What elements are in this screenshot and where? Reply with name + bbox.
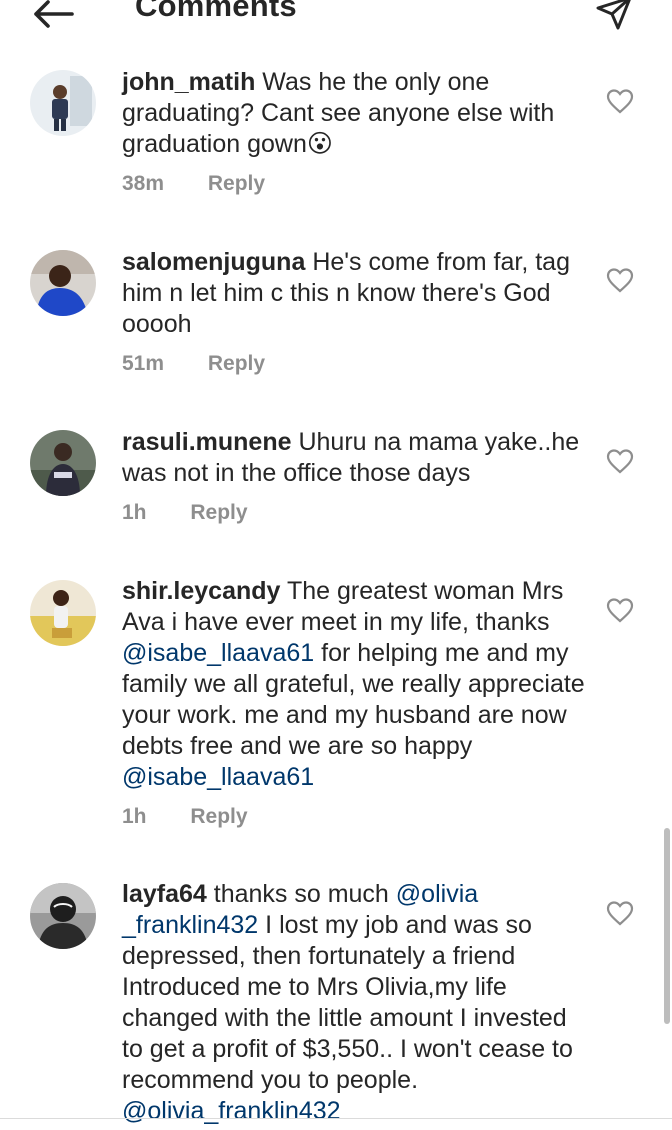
heart-icon[interactable] bbox=[606, 267, 634, 293]
comment-body: rasuli.munene Uhuru na mama yake..he was… bbox=[122, 427, 592, 489]
comment-body: salomenjuguna He's come from far, tag hi… bbox=[122, 247, 592, 340]
comment-body: john_matih Was he the only one graduatin… bbox=[122, 67, 592, 160]
heart-icon[interactable] bbox=[606, 448, 634, 474]
avatar[interactable] bbox=[30, 580, 96, 646]
comment-body: shir.leycandy The greatest woman Mrs Ava… bbox=[122, 576, 592, 793]
comment-text: thanks so much bbox=[213, 880, 389, 908]
divider bbox=[0, 1118, 672, 1119]
comment-meta: 38m Reply bbox=[122, 172, 265, 196]
mention-link[interactable]: @isabe_llaava61 bbox=[122, 639, 314, 667]
comment-username[interactable]: salomenjuguna bbox=[122, 248, 305, 276]
avatar[interactable] bbox=[30, 883, 96, 949]
avatar[interactable] bbox=[30, 250, 96, 316]
reply-button[interactable]: Reply bbox=[190, 501, 247, 524]
comment-meta: 1h Reply bbox=[122, 501, 248, 525]
header-bar: Comments bbox=[0, 0, 672, 40]
comment-meta: 1h Reply bbox=[122, 805, 248, 829]
avatar[interactable] bbox=[30, 430, 96, 496]
comment-time: 38m bbox=[122, 172, 165, 195]
heart-icon[interactable] bbox=[606, 88, 634, 114]
surprised-emoji: 😮 bbox=[306, 130, 333, 158]
share-button[interactable] bbox=[592, 0, 636, 34]
heart-icon[interactable] bbox=[606, 597, 634, 623]
scrollbar[interactable] bbox=[664, 828, 670, 1024]
comment-username[interactable]: john_matih bbox=[122, 68, 255, 96]
page-title: Comments bbox=[135, 0, 297, 23]
comment-username[interactable]: layfa64 bbox=[122, 880, 207, 908]
reply-button[interactable]: Reply bbox=[208, 352, 265, 375]
comment-body: layfa64 thanks so much @olivia _franklin… bbox=[122, 879, 574, 1127]
comment-username[interactable]: rasuli.munene bbox=[122, 428, 292, 456]
comment-username[interactable]: shir.leycandy bbox=[122, 577, 280, 605]
comment-time: 1h bbox=[122, 805, 147, 828]
reply-button[interactable]: Reply bbox=[190, 805, 247, 828]
comment-time: 51m bbox=[122, 352, 165, 375]
comment-meta: 51m Reply bbox=[122, 352, 265, 376]
send-icon bbox=[596, 0, 631, 30]
heart-icon[interactable] bbox=[606, 900, 634, 926]
mention-link[interactable]: @isabe_llaava61 bbox=[122, 763, 314, 791]
mention-link[interactable]: @olivia_franklin432 bbox=[122, 1097, 341, 1125]
reply-button[interactable]: Reply bbox=[208, 172, 265, 195]
back-button[interactable] bbox=[28, 0, 78, 32]
arrow-left-icon bbox=[34, 0, 74, 28]
avatar[interactable] bbox=[30, 70, 96, 136]
comment-time: 1h bbox=[122, 501, 147, 524]
